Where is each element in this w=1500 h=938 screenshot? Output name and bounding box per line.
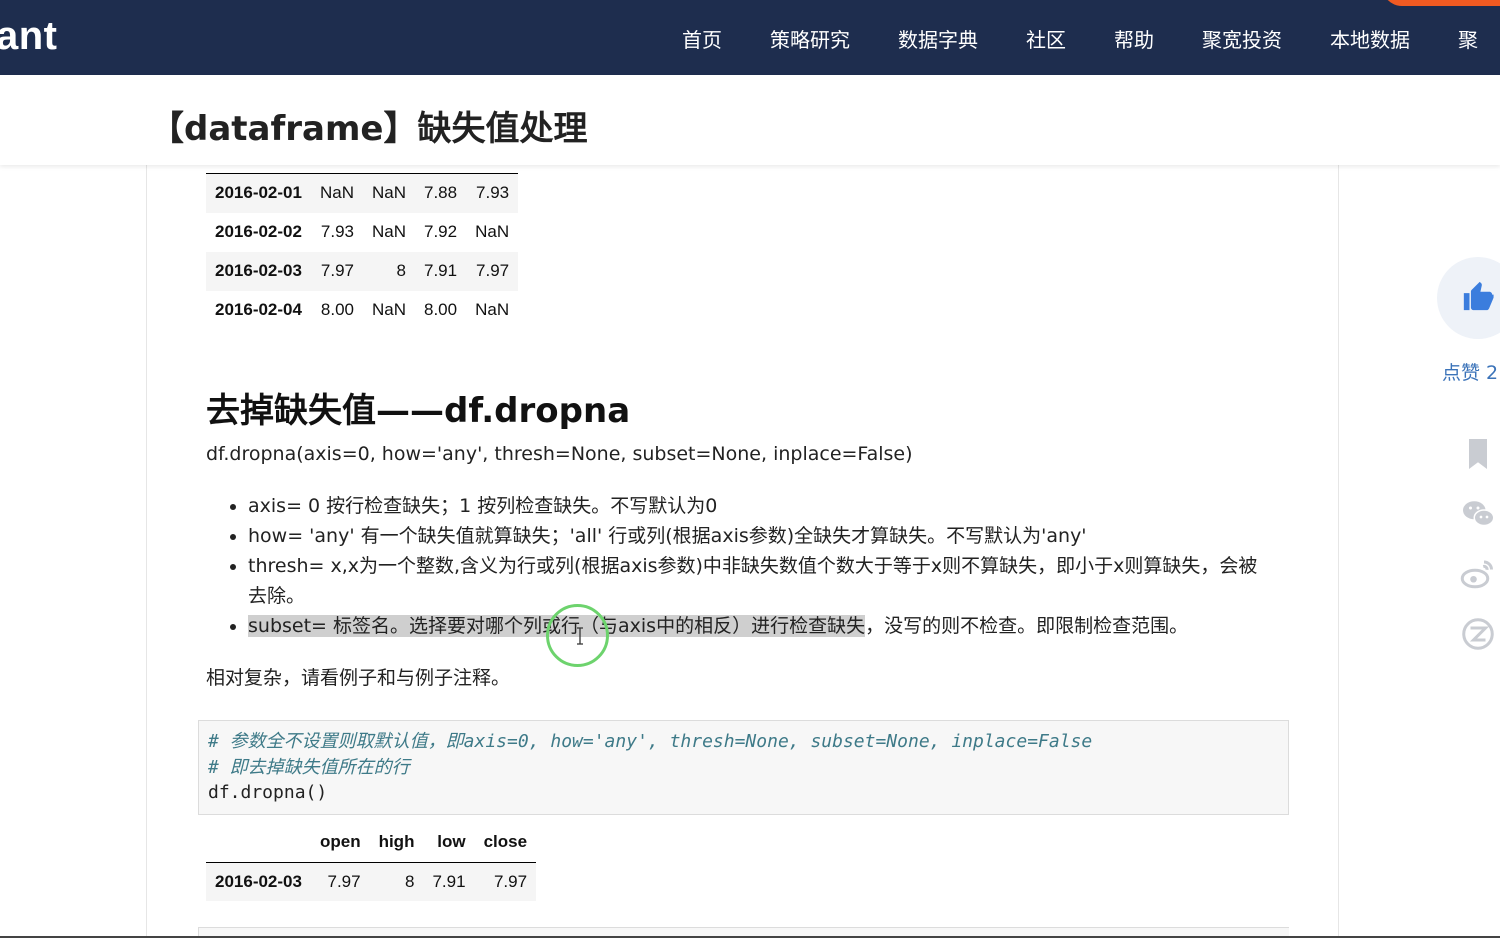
nav-item-home[interactable]: 首页 <box>682 24 722 53</box>
page-title: 【dataframe】缺失值处理 <box>150 109 588 149</box>
row-index: 2016-02-04 <box>215 300 302 319</box>
table-cell: 7.97 <box>466 251 519 291</box>
code-block[interactable]: # 参数全不设置则取默认值，即axis=0, how='any', thresh… <box>198 720 1289 815</box>
column-header <box>206 823 311 863</box>
row-index: 2016-02-02 <box>215 222 302 241</box>
code-comment: # 即去掉缺失值所在的行 <box>208 756 410 778</box>
nav-item-data-dictionary[interactable]: 数据字典 <box>898 24 978 53</box>
brand-logo[interactable]: ant <box>0 14 58 59</box>
table-cell: NaN <box>310 173 363 213</box>
table-cell: 8.00 <box>424 300 458 319</box>
column-header: high <box>369 823 424 863</box>
row-index: 2016-02-01 <box>206 173 311 213</box>
like-button[interactable] <box>1437 257 1500 339</box>
table-row: 2016-02-02 7.93 NaN 7.92 NaN <box>206 213 518 252</box>
list-item: thresh= x,x为一个整数,含义为行或列(根据axis参数)中非缺失数值个… <box>248 551 1276 611</box>
qzone-icon[interactable] <box>1460 616 1496 652</box>
table-cell: 7.93 <box>466 173 519 213</box>
nav-item-strategy[interactable]: 策略研究 <box>770 24 850 53</box>
subset-rest-text: ，没写的则不检查。即限制检查范围。 <box>865 615 1189 637</box>
table-cell: 7.91 <box>423 862 475 901</box>
function-signature: df.dropna(axis=0, how='any', thresh=None… <box>206 443 913 465</box>
code-line: df.dropna() <box>208 782 328 803</box>
table-cell: NaN <box>371 222 406 241</box>
table-cell: 7.97 <box>474 862 537 901</box>
section-heading: 去掉缺失值——df.dropna <box>206 391 631 431</box>
table-cell: NaN <box>371 300 406 319</box>
table-cell: 7.93 <box>320 222 354 241</box>
nav-menu: 首页 策略研究 数据字典 社区 帮助 聚宽投资 本地数据 聚 <box>682 24 1500 53</box>
promo-badge[interactable] <box>1382 0 1500 6</box>
column-header: open <box>310 823 370 863</box>
article-title-bar: 【dataframe】缺失值处理 <box>0 75 1500 165</box>
nav-item-local-data[interactable]: 本地数据 <box>1330 24 1410 53</box>
table-cell: 7.97 <box>310 862 370 901</box>
code-comment: # 参数全不设置则取默认值，即axis=0, how='any', thresh… <box>208 731 1093 752</box>
nav-item-help[interactable]: 帮助 <box>1114 24 1154 53</box>
nav-item-invest[interactable]: 聚宽投资 <box>1202 24 1282 53</box>
row-index: 2016-02-03 <box>206 251 311 291</box>
thumbs-up-icon <box>1461 279 1495 318</box>
param-list: axis= 0 按行检查缺失；1 按列检查缺失。不写默认为0 how= 'any… <box>206 491 1276 641</box>
table-cell: NaN <box>475 300 510 319</box>
dataframe-table-bottom: open high low close 2016-02-03 7.97 8 7.… <box>206 823 537 901</box>
table-cell: 7.88 <box>415 173 467 213</box>
table-row: 2016-02-03 7.97 8 7.91 7.97 <box>206 251 519 291</box>
table-row: 2016-02-03 7.97 8 7.91 7.97 <box>206 862 537 901</box>
table-header-row: open high low close <box>206 823 537 863</box>
table-cell: 8.00 <box>320 300 354 319</box>
nav-item-more[interactable]: 聚 <box>1458 24 1478 53</box>
table-row: 2016-02-01 NaN NaN 7.88 7.93 <box>206 173 519 213</box>
list-item-subset: subset= 标签名。选择要对哪个列或行（与axis中的相反）进行检查缺失，没… <box>248 611 1276 641</box>
bookmark-icon[interactable] <box>1460 436 1496 472</box>
table-cell: NaN <box>475 222 510 241</box>
like-count[interactable]: 点赞 2 <box>1442 358 1498 385</box>
dataframe-table-top: 2016-02-01 NaN NaN 7.88 7.93 2016-02-02 … <box>206 173 519 330</box>
list-item: axis= 0 按行检查缺失；1 按列检查缺失。不写默认为0 <box>248 491 1276 521</box>
weibo-icon[interactable] <box>1460 556 1496 592</box>
example-note: 相对复杂，请看例子和与例子注释。 <box>206 667 511 689</box>
article-content: 2016-02-01 NaN NaN 7.88 7.93 2016-02-02 … <box>146 165 1339 938</box>
column-header: close <box>474 823 537 863</box>
table-row: 2016-02-04 8.00 NaN 8.00 NaN <box>206 291 518 330</box>
table-cell: 7.92 <box>424 222 458 241</box>
row-index: 2016-02-03 <box>206 862 311 901</box>
table-cell: 8 <box>369 862 424 901</box>
top-nav: ant 首页 策略研究 数据字典 社区 帮助 聚宽投资 本地数据 聚 <box>0 0 1500 75</box>
list-item: how= 'any' 有一个缺失值就算缺失；'all' 行或列(根据axis参数… <box>248 521 1276 551</box>
table-cell: 7.97 <box>310 251 363 291</box>
table-cell: 8 <box>362 251 415 291</box>
table-cell: 7.91 <box>415 251 467 291</box>
table-cell: NaN <box>362 173 415 213</box>
column-header: low <box>423 823 475 863</box>
text-cursor-icon <box>575 627 585 645</box>
nav-item-community[interactable]: 社区 <box>1026 24 1066 53</box>
wechat-icon[interactable] <box>1460 496 1496 532</box>
